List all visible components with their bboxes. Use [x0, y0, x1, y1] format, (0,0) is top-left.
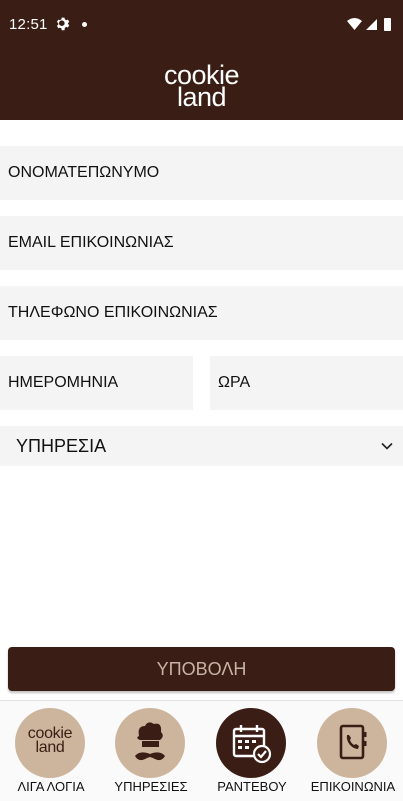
wifi-icon: [347, 18, 362, 30]
bottom-navigation: cookie land ΛΙΓΑ ΛΟΓΙΑ ΥΠΗΡΕΣΙΕΣ ΡΑΝΤΕΒΟ…: [0, 700, 403, 801]
system-status-icons: [347, 18, 391, 31]
nav-label-contact: ΕΠΙΚΟΙΝΩΝΙΑ: [310, 779, 396, 794]
nav-badge-appointment: [216, 708, 286, 778]
nav-badge-about: cookie land: [15, 708, 85, 778]
date-field[interactable]: ΗΜΕΡΟΜΗΝΙΑ: [0, 356, 193, 410]
app-bar: cookie land: [0, 50, 403, 120]
chef-mustache-icon: [135, 722, 165, 761]
status-bar: 12:51: [0, 0, 403, 50]
nav-label-about: ΛΙΓΑ ΛΟΓΙΑ: [17, 779, 85, 794]
chevron-down-icon: [381, 442, 393, 450]
phone-placeholder: ΤΗΛΕΦΩΝΟ ΕΠΙΚΟΙΝΩΝΙΑΣ: [8, 304, 218, 321]
calendar-check-icon: [232, 725, 272, 764]
nav-label-services: ΥΠΗΡΕΣΙΕΣ: [114, 779, 188, 794]
nav-badge-contact: [317, 708, 387, 778]
nav-item-about[interactable]: cookie land ΛΙΓΑ ΛΟΓΙΑ: [1, 701, 101, 801]
submit-button[interactable]: ΥΠΟΒΟΛΗ: [8, 647, 395, 691]
date-placeholder: ΗΜΕΡΟΜΗΝΙΑ: [8, 374, 119, 391]
service-selected-value: ΥΠΗΡΕΣΙΑ: [16, 435, 107, 456]
nav-item-services[interactable]: ΥΠΗΡΕΣΙΕΣ: [101, 701, 201, 801]
full-name-field[interactable]: ΟΝΟΜΑΤΕΠΩΝΥΜΟ: [0, 146, 403, 200]
email-placeholder: EMAIL ΕΠΙΚΟΙΝΩΝΙΑΣ: [8, 234, 174, 251]
full-name-placeholder: ΟΝΟΜΑΤΕΠΩΝΥΜΟ: [8, 164, 160, 181]
time-placeholder: ΩΡΑ: [218, 374, 251, 391]
nav-item-appointment[interactable]: ΡΑΝΤΕΒΟΥ: [202, 701, 302, 801]
nav-label-appointment: ΡΑΝΤΕΒΟΥ: [217, 779, 287, 794]
time-field[interactable]: ΩΡΑ: [210, 356, 403, 410]
nav-item-contact[interactable]: ΕΠΙΚΟΙΝΩΝΙΑ: [303, 701, 403, 801]
email-field[interactable]: EMAIL ΕΠΙΚΟΙΝΩΝΙΑΣ: [0, 216, 403, 270]
cookieland-logo-icon: cookie land: [27, 725, 73, 756]
phone-book-icon: [339, 724, 367, 760]
notification-dot-icon: [82, 22, 87, 27]
submit-label: ΥΠΟΒΟΛΗ: [156, 658, 247, 679]
nav-badge-services: [115, 708, 185, 778]
cookieland-logo: cookie land: [0, 62, 403, 112]
settings-gear-icon: [56, 17, 70, 31]
logo-line-2: land: [176, 82, 227, 112]
service-select[interactable]: ΥΠΗΡΕΣΙΑ: [0, 426, 403, 466]
phone-field[interactable]: ΤΗΛΕΦΩΝΟ ΕΠΙΚΟΙΝΩΝΙΑΣ: [0, 286, 403, 340]
battery-icon: [384, 18, 391, 31]
signal-icon: [366, 19, 377, 30]
status-time: 12:51: [9, 16, 48, 33]
